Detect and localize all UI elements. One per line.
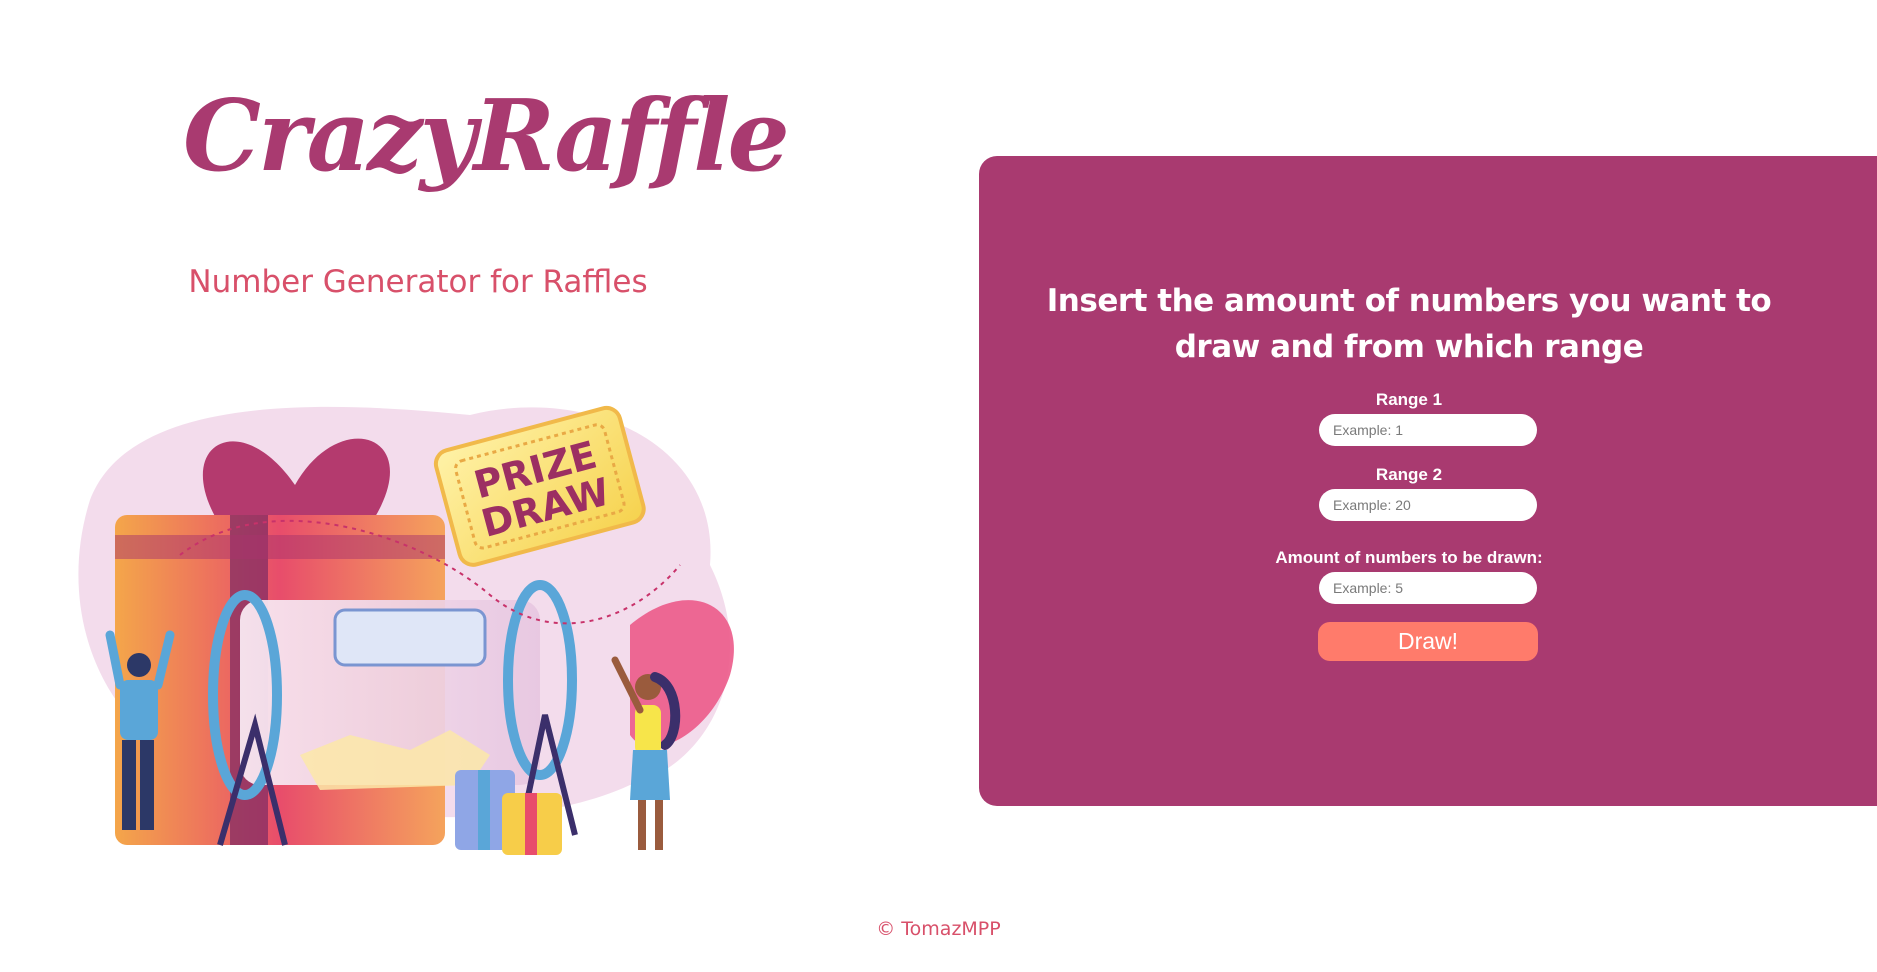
footer-credit: © TomazMPP bbox=[876, 918, 1001, 940]
draw-button[interactable]: Draw! bbox=[1318, 622, 1538, 661]
drum-handle bbox=[333, 608, 487, 667]
amount-input[interactable] bbox=[1319, 572, 1537, 604]
brand-logo: CrazyRaffle bbox=[183, 79, 790, 194]
draw-form-panel: Insert the amount of numbers you want to… bbox=[979, 156, 1877, 806]
range2-label: Range 2 bbox=[1375, 465, 1443, 484]
prize-draw-illustration: PRIZE DRAW bbox=[78, 405, 734, 855]
tagline: Number Generator for Raffles bbox=[188, 264, 648, 300]
amount-label: Amount of numbers to be drawn: bbox=[1275, 548, 1543, 567]
range1-input[interactable] bbox=[1319, 414, 1537, 446]
range2-input[interactable] bbox=[1319, 489, 1537, 521]
form-prompt: Insert the amount of numbers you want to… bbox=[1046, 283, 1772, 365]
range1-label: Range 1 bbox=[1375, 390, 1443, 409]
gift-ribbon-top bbox=[115, 535, 445, 559]
